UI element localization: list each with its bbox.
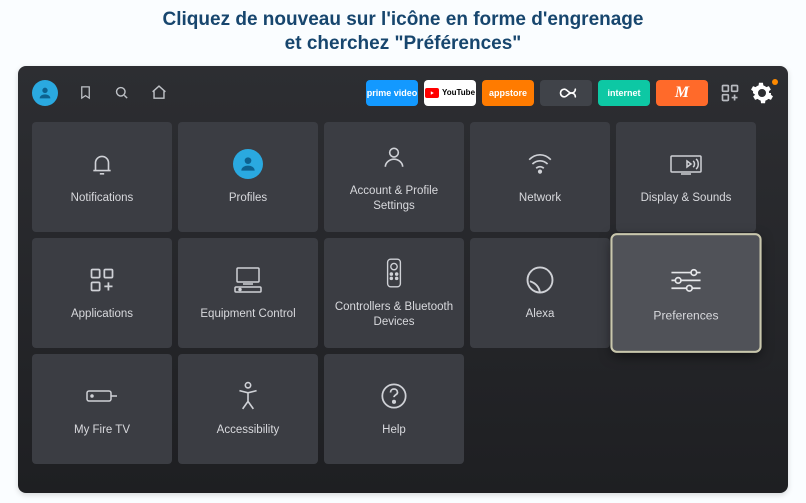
tile-label: Controllers & Bluetooth Devices — [332, 300, 456, 329]
apps-icon — [88, 266, 116, 294]
instruction-caption: Cliquez de nouveau sur l'icône en forme … — [0, 0, 806, 66]
tile-myfiretv[interactable]: My Fire TV — [32, 354, 172, 464]
tile-label: Network — [519, 191, 561, 205]
tile-network[interactable]: Network — [470, 122, 610, 232]
internet-label: internet — [607, 88, 640, 98]
tile-display[interactable]: Display & Sounds — [616, 122, 756, 232]
tile-controllers[interactable]: Controllers & Bluetooth Devices — [324, 238, 464, 348]
settings-gear-icon[interactable] — [750, 81, 774, 105]
tile-label: Alexa — [526, 307, 555, 321]
equipment-icon — [231, 265, 265, 295]
bookmark-icon[interactable] — [78, 84, 93, 101]
bell-icon — [89, 149, 115, 179]
tile-accessibility[interactable]: Accessibility — [178, 354, 318, 464]
tile-label: Account & Profile Settings — [332, 184, 456, 213]
tile-label: Profiles — [229, 191, 267, 205]
caption-line-1: Cliquez de nouveau sur l'icône en forme … — [163, 9, 644, 30]
tile-preferences[interactable]: Preferences — [613, 235, 760, 351]
prime-label: prime video — [367, 88, 418, 98]
app-appstore[interactable]: appstore — [482, 80, 534, 106]
tile-label: Applications — [71, 307, 133, 321]
top-bar: prime video YouTube appstore internet M — [32, 76, 774, 110]
settings-grid: Notifications Profiles Account & Profile… — [32, 122, 774, 464]
device-icon — [85, 386, 119, 406]
person-icon — [381, 142, 407, 172]
profile-icon — [238, 154, 258, 174]
app-internet[interactable]: internet — [598, 80, 650, 106]
app-prime-video[interactable]: prime video — [366, 80, 418, 106]
alexa-icon — [525, 265, 555, 295]
tile-help[interactable]: Help — [324, 354, 464, 464]
tile-notifications[interactable]: Notifications — [32, 122, 172, 232]
tile-label: Accessibility — [217, 423, 280, 437]
tile-applications[interactable]: Applications — [32, 238, 172, 348]
sliders-icon — [669, 266, 703, 293]
youtube-label: YouTube — [442, 88, 475, 97]
notification-dot-icon — [772, 79, 778, 85]
tile-label: Preferences — [653, 308, 718, 323]
wifi-icon — [524, 151, 556, 177]
apps-grid-icon[interactable] — [720, 83, 740, 103]
remote-icon — [385, 257, 403, 289]
tile-account[interactable]: Account & Profile Settings — [324, 122, 464, 232]
app-m[interactable]: M — [656, 80, 708, 106]
search-icon[interactable] — [113, 84, 130, 101]
youtube-play-icon — [425, 88, 439, 98]
avatar-icon — [37, 85, 53, 101]
m-label: M — [675, 84, 689, 102]
tile-label: Equipment Control — [200, 307, 295, 321]
tile-label: Notifications — [71, 191, 134, 205]
tile-label: Display & Sounds — [641, 191, 732, 205]
help-icon — [380, 382, 408, 410]
tile-alexa[interactable]: Alexa — [470, 238, 610, 348]
tile-equipment[interactable]: Equipment Control — [178, 238, 318, 348]
profile-avatar[interactable] — [32, 80, 58, 106]
home-icon[interactable] — [150, 84, 168, 101]
app-youtube[interactable]: YouTube — [424, 80, 476, 106]
tv-sound-icon — [669, 151, 703, 177]
tile-profiles[interactable]: Profiles — [178, 122, 318, 232]
tile-label: Help — [382, 423, 406, 437]
app-vpn[interactable] — [540, 80, 592, 106]
caption-line-2: et cherchez "Préférences" — [285, 33, 522, 54]
infinity-icon — [555, 87, 577, 99]
firetv-screen: prime video YouTube appstore internet M — [18, 66, 788, 493]
appstore-label: appstore — [489, 88, 527, 98]
tile-label: My Fire TV — [74, 423, 130, 437]
accessibility-icon — [235, 381, 261, 411]
